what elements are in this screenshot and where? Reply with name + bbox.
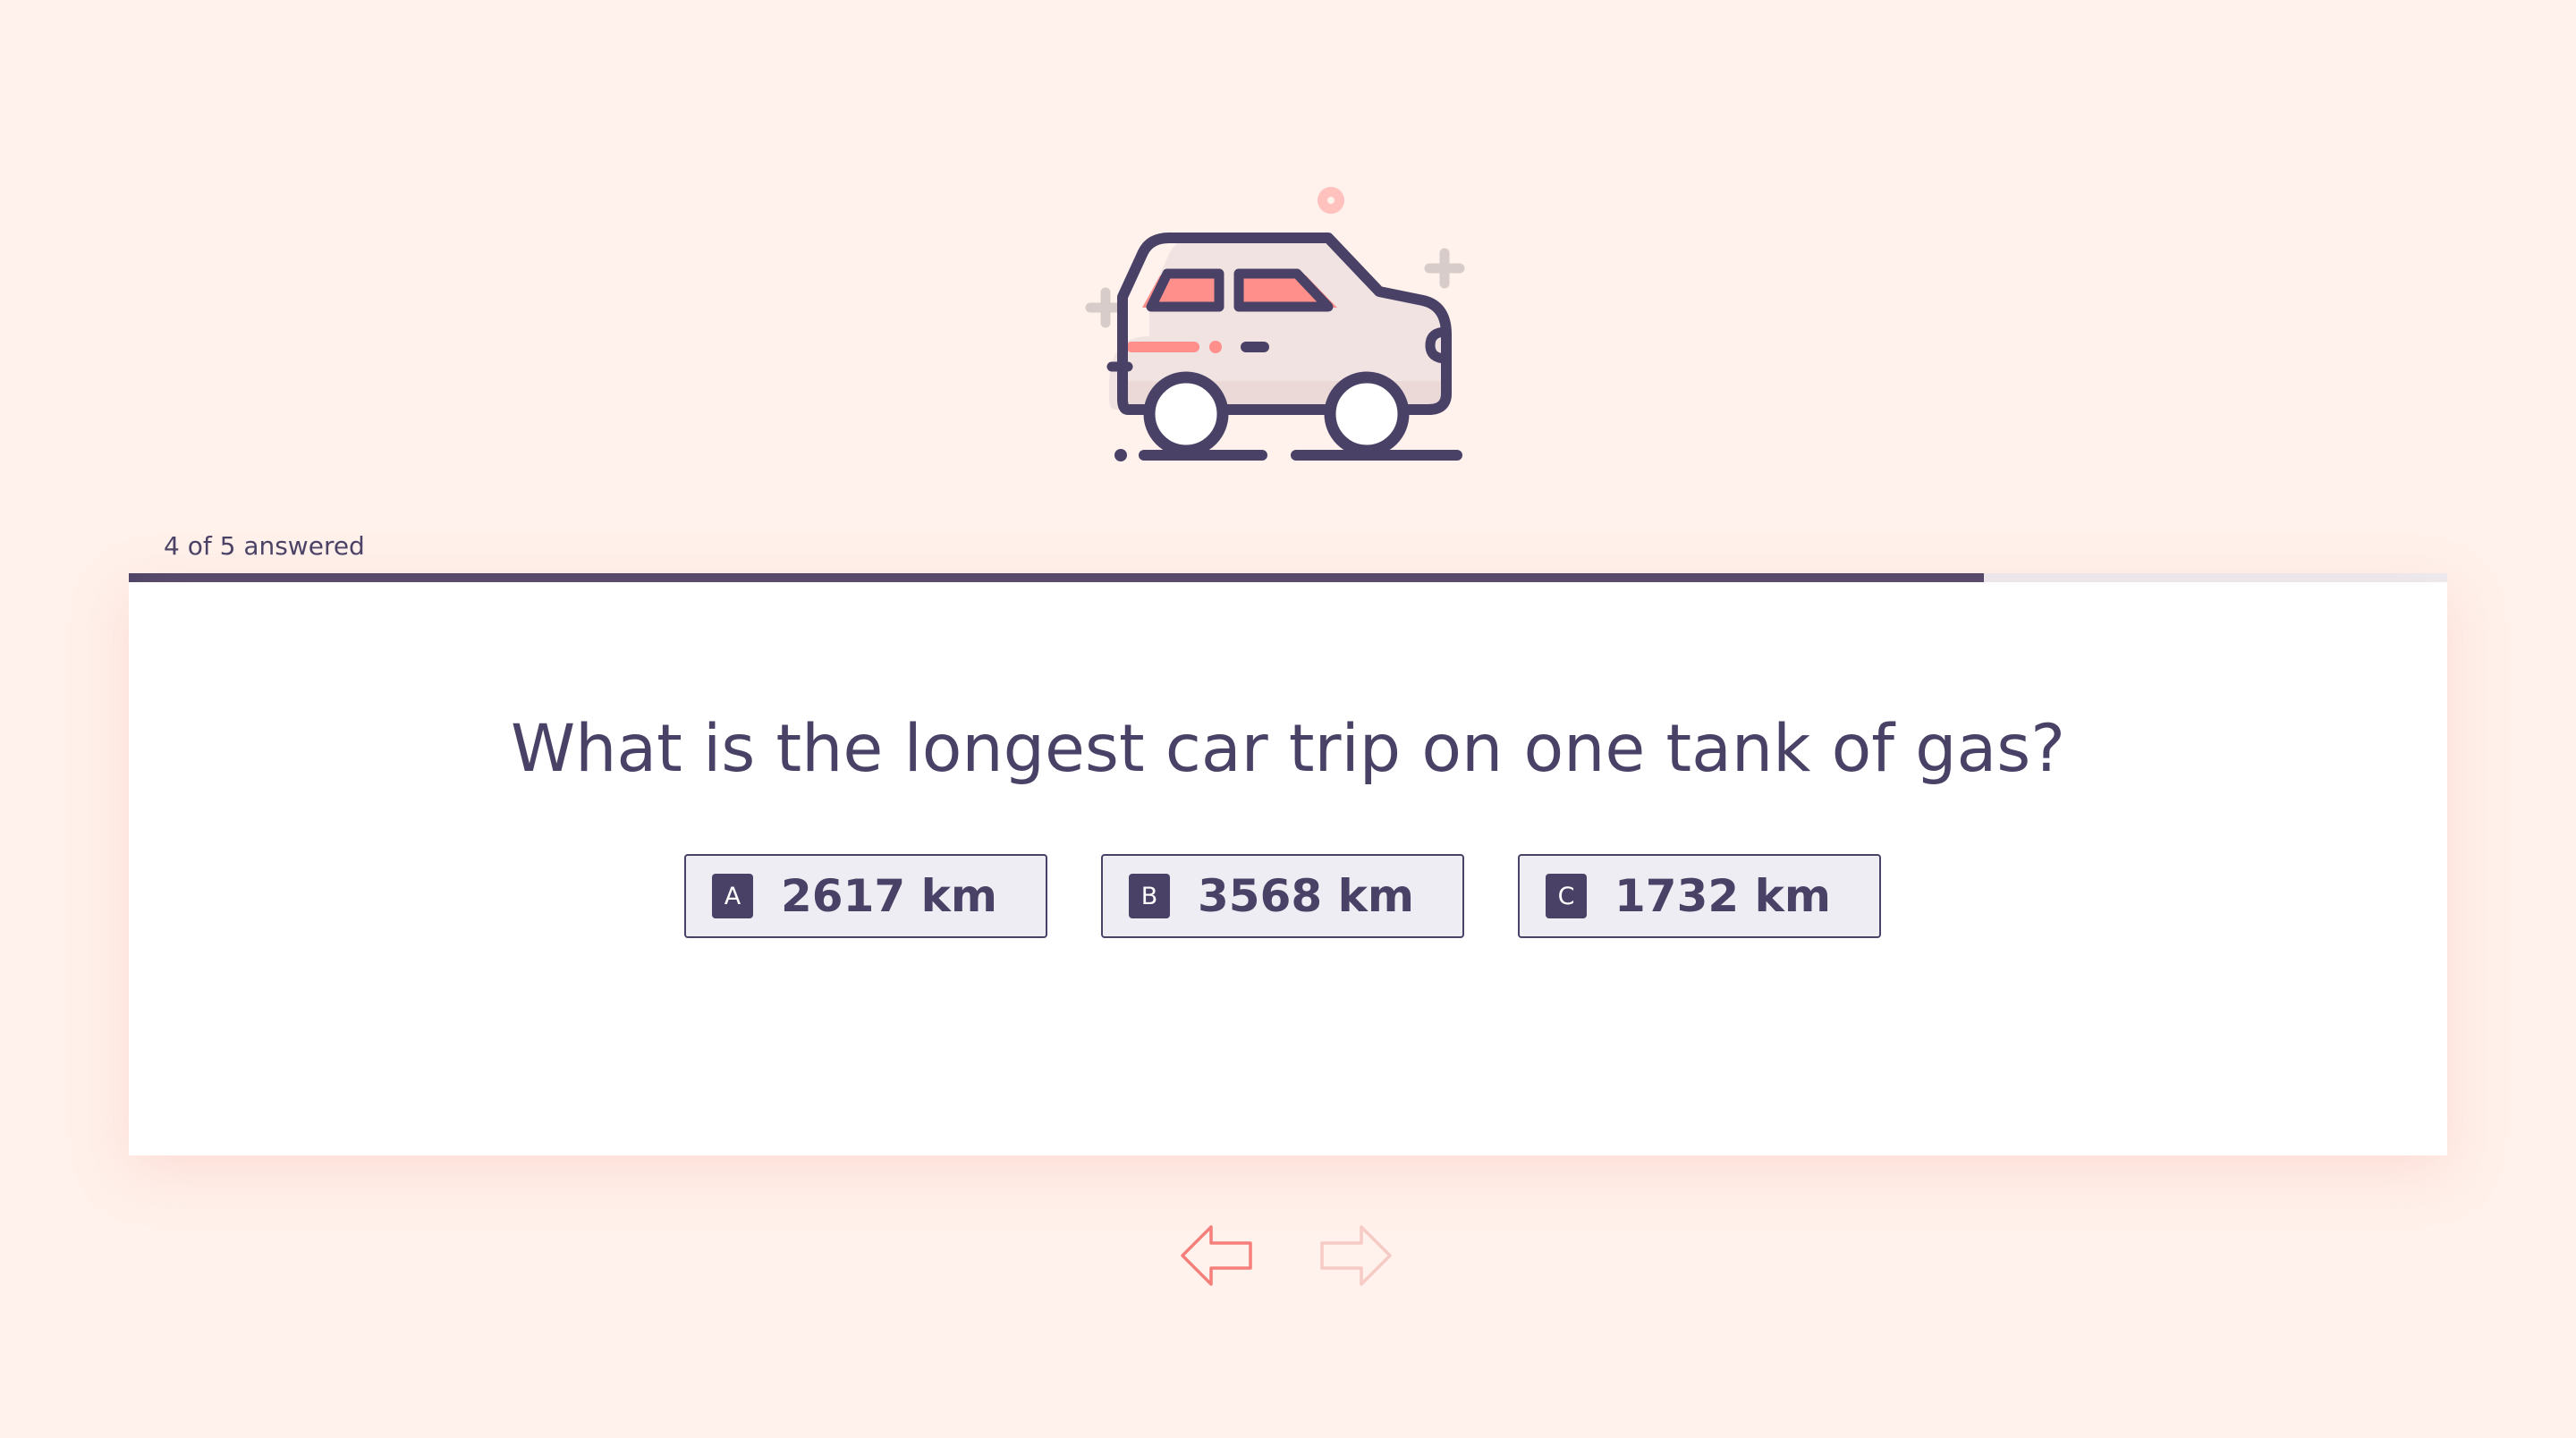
- answer-option-a[interactable]: A 2617 km: [684, 854, 1047, 938]
- previous-button[interactable]: [1179, 1222, 1254, 1290]
- answer-option-b[interactable]: B 3568 km: [1101, 854, 1464, 938]
- arrow-left-icon: [1181, 1225, 1252, 1286]
- progress-bar: [129, 573, 2447, 582]
- answer-option-c[interactable]: C 1732 km: [1518, 854, 1881, 938]
- answer-label: 1732 km: [1614, 870, 1831, 922]
- car-icon: [1069, 175, 1507, 479]
- answer-label: 3568 km: [1198, 870, 1414, 922]
- question-card: What is the longest car trip on one tank…: [129, 582, 2447, 1155]
- question-text: What is the longest car trip on one tank…: [510, 711, 2066, 787]
- next-button[interactable]: [1318, 1222, 1394, 1290]
- answer-label: 2617 km: [781, 870, 997, 922]
- answer-key-badge: B: [1129, 874, 1170, 918]
- answer-key-badge: A: [712, 874, 753, 918]
- progress-bar-fill: [129, 573, 1984, 582]
- answer-key-badge: C: [1546, 874, 1587, 918]
- progress-label: 4 of 5 answered: [164, 531, 365, 561]
- answer-options: A 2617 km B 3568 km C 1732 km: [684, 854, 1881, 938]
- arrow-right-icon: [1320, 1225, 1392, 1286]
